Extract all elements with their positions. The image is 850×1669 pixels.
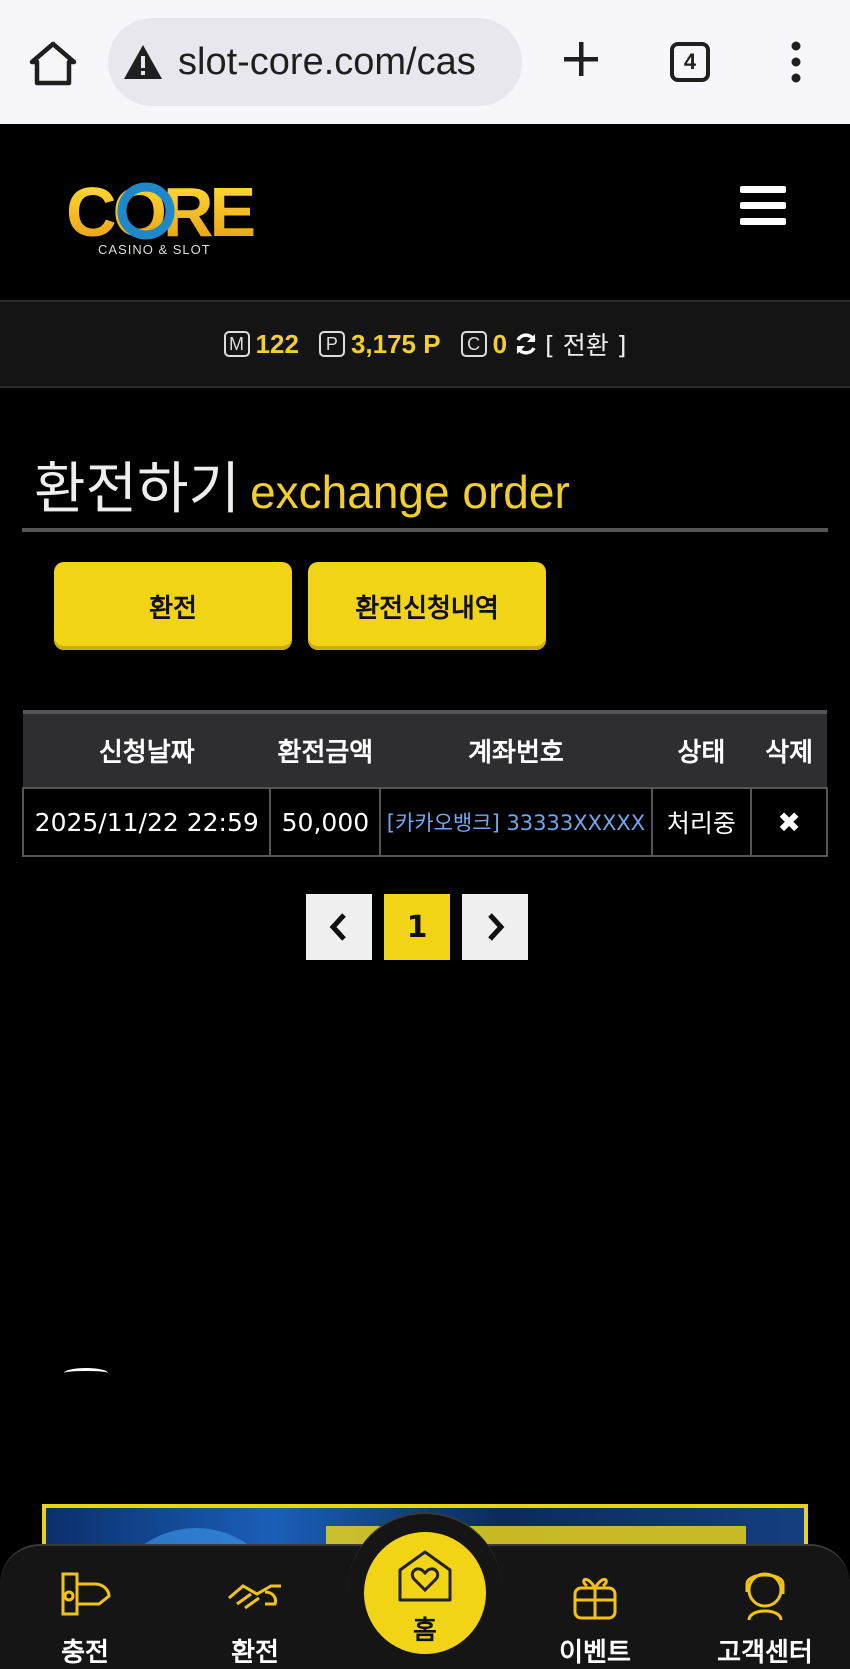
chevron-right-icon — [488, 913, 505, 941]
nav-charge-label: 충전 — [61, 1638, 109, 1668]
nav-exchange-label: 환전 — [231, 1638, 279, 1668]
page-title-english: exchange order — [250, 466, 570, 518]
charge-icon — [61, 1572, 111, 1616]
chevron-left-icon — [329, 913, 346, 941]
new-tab-icon[interactable] — [560, 38, 602, 80]
prev-page-button[interactable] — [306, 894, 372, 960]
nav-event[interactable]: 이벤트 — [530, 1564, 660, 1669]
tab-count-button[interactable]: 4 — [670, 42, 710, 82]
svg-text:CASINO & SLOT: CASINO & SLOT — [98, 242, 211, 256]
title-divider — [22, 528, 828, 532]
exchange-tab-button[interactable]: 환전 — [54, 562, 292, 650]
delete-icon[interactable]: ✖ — [777, 806, 800, 839]
row-status: 처리중 — [650, 787, 753, 857]
exchange-history-tab-button[interactable]: 환전신청내역 — [308, 562, 546, 650]
money-value: 122 — [255, 328, 299, 359]
page-number-button[interactable]: 1 — [384, 894, 450, 960]
exchange-icon — [228, 1584, 281, 1610]
table-row: 2025/11/22 22:59 50,000 [카카오뱅크] 33333XXX… — [21, 787, 828, 857]
money-icon: M — [223, 331, 250, 357]
pagination: 1 — [306, 894, 540, 960]
coin-value: 0 — [492, 328, 508, 359]
decorative-arc — [64, 1368, 108, 1378]
support-icon — [745, 1572, 785, 1621]
nav-exchange[interactable]: 환전 — [190, 1564, 320, 1669]
more-menu-icon[interactable] — [786, 40, 806, 84]
site-header: CORE CASINO & SLOT — [0, 124, 850, 298]
convert-button[interactable]: [ 전환 ] — [545, 326, 626, 362]
browser-toolbar: slot-core.com/cas 4 — [0, 0, 850, 124]
point-balance: P 3,175 P — [318, 328, 441, 360]
money-balance: M 122 — [223, 328, 299, 360]
address-bar[interactable]: slot-core.com/cas — [108, 18, 522, 106]
nav-home-label: 홈 — [413, 1616, 437, 1646]
table-header-row: 신청날짜 환전금액 계좌번호 상태 삭제 — [23, 710, 827, 788]
core-logo[interactable]: CORE CASINO & SLOT — [66, 176, 266, 256]
home-heart-icon — [398, 1550, 452, 1602]
nav-home-button[interactable]: 홈 — [360, 1528, 490, 1658]
delete-cell: ✖ — [750, 787, 828, 857]
nav-support-label: 고객센터 — [717, 1638, 813, 1668]
menu-button[interactable] — [740, 186, 786, 226]
home-icon[interactable] — [28, 40, 78, 86]
nav-charge[interactable]: 충전 — [20, 1564, 150, 1669]
column-header-account: 계좌번호 — [380, 710, 652, 788]
column-header-date: 신청날짜 — [23, 710, 271, 788]
nav-support[interactable]: 고객센터 — [700, 1564, 830, 1669]
column-header-status: 상태 — [651, 710, 752, 788]
point-value: 3,175 P — [350, 328, 441, 359]
exchange-history-table: 신청날짜 환전금액 계좌번호 상태 삭제 2025/11/22 22:59 50… — [21, 710, 828, 857]
row-date: 2025/11/22 22:59 — [21, 787, 272, 857]
column-header-delete: 삭제 — [751, 710, 827, 788]
row-amount: 50,000 — [269, 787, 382, 857]
coin-icon: C — [460, 331, 487, 357]
refresh-icon[interactable] — [513, 331, 539, 357]
column-header-amount: 환전금액 — [270, 710, 381, 788]
next-page-button[interactable] — [462, 894, 528, 960]
page-title: 환전하기 exchange order — [34, 444, 570, 525]
gift-icon — [573, 1578, 617, 1620]
coin-balance: C 0 — [460, 328, 508, 360]
page-title-korean: 환전하기 — [34, 457, 241, 522]
warning-icon[interactable] — [122, 41, 164, 83]
nav-event-label: 이벤트 — [559, 1638, 631, 1668]
row-account: [카카오뱅크] 33333XXXXX — [379, 787, 653, 857]
url-text: slot-core.com/cas — [178, 40, 476, 83]
balance-bar: M 122 P 3,175 P C 0 [ 전환 ] — [0, 300, 850, 388]
point-icon: P — [318, 331, 345, 357]
